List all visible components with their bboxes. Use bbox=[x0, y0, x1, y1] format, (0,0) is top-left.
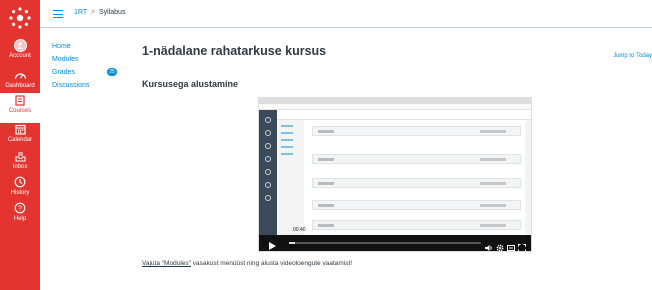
course-navigation: Home Modules Grades 25 Discussions bbox=[52, 43, 122, 95]
captions-icon[interactable] bbox=[507, 239, 515, 251]
global-nav-label: Inbox bbox=[12, 164, 28, 170]
global-navigation: Account Dashboard Courses Calendar Inbox… bbox=[0, 0, 40, 290]
section-heading: Kursusega alustamine bbox=[142, 79, 239, 89]
modules-instruction-link[interactable]: Vajuta "Modules" bbox=[142, 260, 191, 267]
global-nav-label: Help bbox=[13, 216, 27, 222]
global-nav-label: Dashboard bbox=[5, 83, 35, 89]
courses-icon bbox=[15, 93, 25, 107]
global-nav-help[interactable]: ? Help bbox=[0, 201, 40, 231]
play-icon[interactable] bbox=[267, 238, 277, 251]
global-nav-label: History bbox=[10, 190, 30, 196]
jump-to-today-link[interactable]: Jump to Today bbox=[613, 53, 652, 59]
course-nav-discussions[interactable]: Discussions bbox=[52, 82, 122, 95]
breadcrumb-course-link[interactable]: 1RT bbox=[74, 9, 87, 16]
video-canvas-header bbox=[277, 110, 531, 120]
breadcrumb-separator: > bbox=[90, 9, 96, 16]
inbox-icon bbox=[14, 149, 26, 163]
history-icon bbox=[14, 175, 26, 189]
global-nav-courses[interactable]: Courses bbox=[0, 93, 40, 123]
instruction-text: Vajuta "Modules" vasakust menüüst ning a… bbox=[142, 260, 352, 267]
grades-count-badge: 25 bbox=[107, 68, 117, 76]
global-nav-label: Courses bbox=[8, 108, 32, 114]
settings-gear-icon[interactable] bbox=[496, 239, 504, 251]
course-nav-grades[interactable]: Grades 25 bbox=[52, 68, 122, 82]
breadcrumb-current: Syllabus bbox=[98, 9, 126, 16]
global-nav-label: Calendar bbox=[7, 137, 33, 143]
instruction-rest: vasakust menüüst ning alusta videoloengu… bbox=[190, 260, 353, 267]
global-nav-account[interactable]: Account bbox=[0, 38, 40, 68]
course-menu-toggle[interactable] bbox=[53, 10, 63, 18]
dashboard-icon bbox=[14, 68, 27, 82]
course-nav-home[interactable]: Home bbox=[52, 43, 122, 56]
help-icon: ? bbox=[14, 201, 26, 215]
video-player[interactable]: 00:40 bbox=[258, 97, 532, 252]
volume-icon[interactable] bbox=[485, 239, 493, 251]
video-canvas-course-nav bbox=[281, 125, 299, 160]
video-canvas-sidebar bbox=[259, 110, 277, 251]
calendar-icon bbox=[14, 122, 26, 136]
account-icon bbox=[13, 38, 27, 52]
page-title: 1-nädalane rahatarkuse kursus bbox=[142, 44, 327, 58]
video-time: 00:40 bbox=[293, 227, 306, 233]
fullscreen-icon[interactable] bbox=[518, 239, 526, 251]
institution-logo[interactable] bbox=[8, 6, 32, 30]
svg-text:?: ? bbox=[18, 206, 22, 213]
video-progress-bar[interactable] bbox=[289, 242, 481, 244]
course-nav-label: Grades bbox=[52, 69, 75, 76]
header-divider bbox=[40, 27, 652, 28]
video-controls: 00:40 bbox=[259, 227, 531, 251]
global-nav-label: Account bbox=[9, 53, 31, 59]
breadcrumb: 1RT > Syllabus bbox=[74, 9, 125, 16]
video-modules-content bbox=[304, 120, 525, 251]
global-nav-calendar[interactable]: Calendar bbox=[0, 122, 40, 152]
